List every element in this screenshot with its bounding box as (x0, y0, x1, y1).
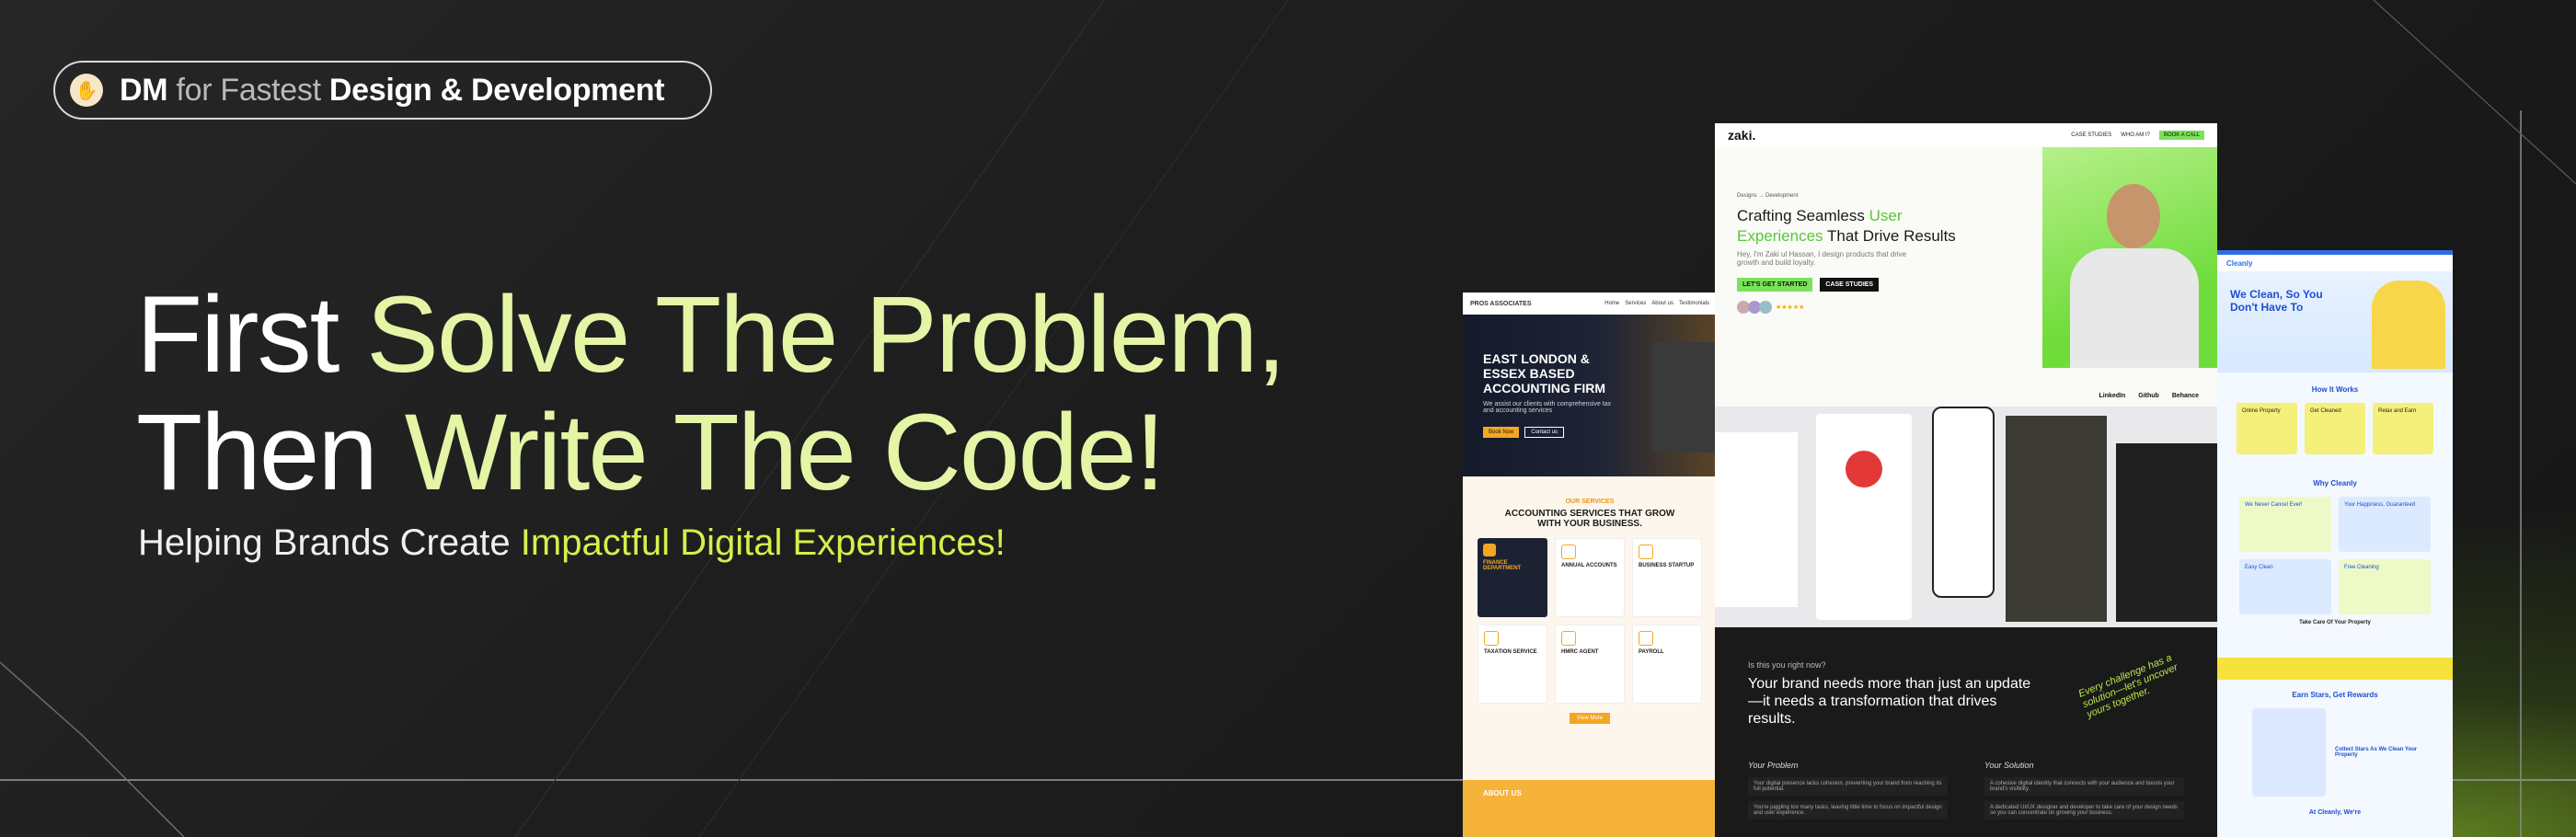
mockup-portfolio-site: zaki. CASE STUDIES WHO AM I? BOOK A CALL… (1715, 123, 2217, 837)
why-card: Easy Clean (2239, 559, 2331, 614)
portfolio-hero-photo (2042, 147, 2217, 368)
headline-line1-lime: Solve The Problem, (366, 274, 1286, 396)
portfolio-hero-d: That Drive Results (1823, 227, 1956, 245)
tax-icon (1484, 631, 1499, 646)
subheading-highlight: Impactful Digital Experiences! (520, 522, 1006, 563)
person-head-shape (2107, 184, 2160, 248)
portfolio-logo: zaki. (1728, 128, 1756, 143)
project-card (2006, 416, 2107, 622)
portfolio-case-button: CASE STUDIES (1820, 278, 1880, 292)
problem-title: Your brand needs more than just an updat… (1748, 676, 2031, 727)
service-card-title: ANNUAL ACCOUNTS (1561, 563, 1617, 568)
cleaning-footer-hint: At Cleanly, We're (2308, 809, 2362, 816)
project-card (2116, 443, 2217, 622)
finance-icon (1483, 544, 1496, 556)
subheading: Helping Brands Create Impactful Digital … (138, 522, 1006, 564)
pill-text-dm: DM (120, 72, 168, 108)
service-card-title: HMRC AGENT (1561, 649, 1599, 655)
why-card: Your Happiness, Guaranteed (2339, 497, 2431, 552)
accounting-book-button: Book Now (1483, 427, 1520, 438)
portfolio-book-call-button: BOOK A CALL (2158, 131, 2204, 140)
accounting-nav-item: Testimonials (1678, 301, 1709, 306)
social-github: Github (2138, 393, 2159, 399)
service-card-title: TAXATION SERVICE (1484, 649, 1537, 655)
problem-item: Your digital presence lacks cohesion, pr… (1748, 777, 1948, 796)
dm-pill-badge[interactable]: ✋ DM for Fastest Design & Development (53, 61, 712, 120)
accounting-hero-title: EAST LONDON & ESSEX BASED ACCOUNTING FIR… (1483, 351, 1605, 396)
cleaner-illustration (2372, 281, 2445, 369)
project-phone (1932, 407, 1995, 598)
accounting-logo: PROS ASSOCIATES (1470, 300, 1532, 307)
how-step-card: Relax and Earn (2373, 403, 2433, 454)
accounting-more-button: View More (1569, 713, 1611, 724)
solution-column-title: Your Solution (1984, 761, 2034, 770)
accounting-hero-sub: We assist our clients with comprehensive… (1483, 401, 1612, 414)
script-note: Every challenge has a solution—let's unc… (2076, 652, 2179, 721)
social-behance: Behance (2171, 393, 2199, 399)
portfolio-nav-item: WHO AM I? (2121, 132, 2150, 138)
why-card: We Never Cancel Ever! (2239, 497, 2331, 552)
collect-text: Collect Stars As We Clean Your Property (2335, 747, 2418, 758)
social-linkedin: LinkedIn (2099, 393, 2126, 399)
hmrc-icon (1561, 631, 1576, 646)
accounting-services-kicker: OUR SERVICES (1565, 499, 1615, 505)
portfolio-hero-a: Crafting Seamless (1737, 207, 1869, 224)
startup-icon (1639, 545, 1653, 559)
pill-text-design: Design & Development (328, 72, 665, 108)
accounts-icon (1561, 545, 1576, 559)
accounting-about-heading: ABOUT US (1483, 789, 1522, 797)
portfolio-start-button: LET'S GET STARTED (1737, 278, 1813, 292)
cleaning-hero: We Clean, So You Don't Have To (2230, 288, 2323, 314)
payroll-icon (1639, 631, 1653, 646)
cleaning-logo: Cleanly (2226, 258, 2253, 268)
accounting-hero-photo (1652, 342, 1717, 453)
portfolio-hero-b: User (1869, 207, 1903, 224)
portfolio-nav-item: CASE STUDIES (2071, 132, 2112, 138)
pill-text-fastest: for Fastest (176, 72, 321, 108)
headline-line2-white: Then (136, 392, 405, 513)
portfolio-intro: Hey, I'm Zaki ul Hassan, I design produc… (1737, 250, 1907, 267)
how-step-card: Online Property (2237, 403, 2297, 454)
avatar (1759, 301, 1772, 314)
project-card (1715, 432, 1798, 607)
headline: First Solve The Problem, Then Write The … (136, 274, 1286, 513)
how-step-card: Get Cleaned (2305, 403, 2365, 454)
subheading-plain: Helping Brands Create (138, 522, 521, 563)
project-card (1816, 414, 1912, 620)
why-card: Free Cleaning (2339, 559, 2431, 614)
property-text: Take Care Of Your Property (2299, 620, 2371, 625)
rewards-title: Earn Stars, Get Rewards (2292, 691, 2378, 699)
mockup-accounting-site: PROS ASSOCIATES Home Services About us T… (1463, 292, 1717, 837)
solution-item: A cohesive digital identity that connect… (1984, 777, 2184, 796)
problem-item: You're juggling too many tasks, leaving … (1748, 801, 1948, 820)
person-body-shape (2070, 248, 2199, 368)
mockup-cleaning-site: Cleanly We Clean, So You Don't Have To H… (2217, 250, 2453, 837)
rating-stars-icon: ★★★★★ (1776, 304, 1805, 311)
accounting-nav-item: Services (1625, 301, 1647, 306)
accounting-nav-item: Home (1604, 301, 1620, 306)
problem-kicker: Is this you right now? (1748, 660, 1826, 670)
service-card-title: FINANCE DEPARTMENT (1483, 560, 1522, 571)
headline-line2-lime: Write The Code! (404, 392, 1166, 513)
rewards-illustration (2252, 708, 2326, 797)
waving-hand-icon: ✋ (70, 74, 103, 107)
portfolio-hero-c: Experiences (1737, 227, 1823, 245)
accounting-services-title: ACCOUNTING SERVICES THAT GROW WITH YOUR … (1504, 509, 1675, 529)
service-card-title: BUSINESS STARTUP (1639, 563, 1695, 568)
accounting-nav-item: About us (1651, 301, 1673, 306)
solution-item: A dedicated UI/UX designer and developer… (1984, 801, 2184, 820)
how-it-works-title: How It Works (2311, 385, 2359, 394)
accounting-contact-button: Contact us (1524, 427, 1565, 438)
portfolio-project-collage (1715, 407, 2217, 627)
problem-column-title: Your Problem (1748, 761, 1799, 770)
project-thumbnail (1846, 451, 1882, 487)
headline-line1-white: First (136, 274, 367, 396)
why-cleanly-title: Why Cleanly (2313, 479, 2357, 487)
service-card-title: PAYROLL (1639, 649, 1664, 655)
